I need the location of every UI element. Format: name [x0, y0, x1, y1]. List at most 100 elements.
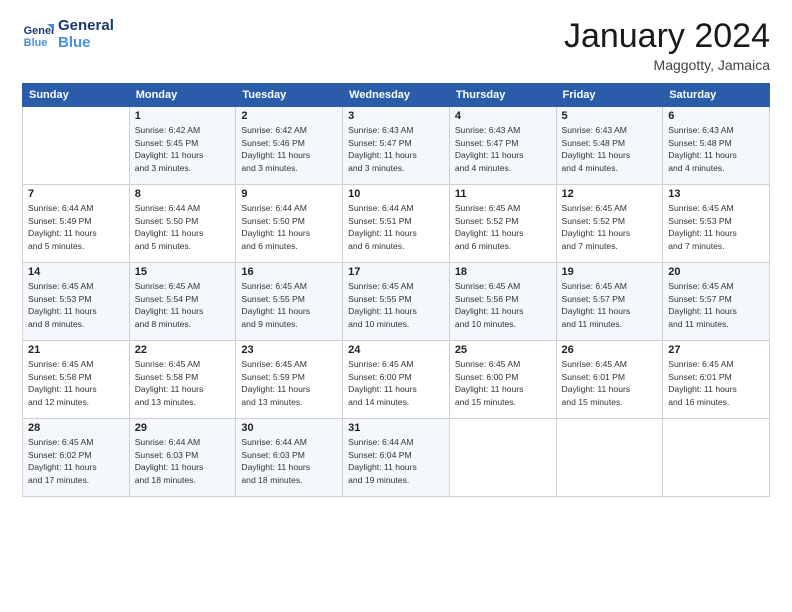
day-info: Sunrise: 6:45 AMSunset: 5:53 PMDaylight:… — [28, 280, 124, 330]
header-cell-thursday: Thursday — [449, 84, 556, 107]
svg-text:General: General — [24, 25, 54, 37]
day-info: Sunrise: 6:43 AMSunset: 5:48 PMDaylight:… — [668, 124, 764, 174]
day-cell: 26Sunrise: 6:45 AMSunset: 6:01 PMDayligh… — [556, 341, 663, 419]
month-title: January 2024 — [564, 18, 770, 55]
logo-line2: Blue — [58, 35, 114, 52]
day-cell: 31 Sunrise: 6:44 AMSunset: 6:04 PMDayligh… — [343, 419, 450, 497]
day-number: 18 — [455, 266, 551, 278]
day-number: 29 — [135, 422, 231, 434]
day-cell: 13 Sunrise: 6:45 AMSunset: 5:53 PMDayligh… — [663, 185, 770, 263]
day-info: Sunrise: 6:44 AMSunset: 6:03 PMDaylight:… — [241, 436, 337, 486]
logo-icon: General Blue — [22, 19, 54, 51]
header-cell-friday: Friday — [556, 84, 663, 107]
day-cell: 9 Sunrise: 6:44 AMSunset: 5:50 PMDaylight… — [236, 185, 343, 263]
day-cell: 19 Sunrise: 6:45 AMSunset: 5:57 PMDayligh… — [556, 263, 663, 341]
week-row-3: 21 Sunrise: 6:45 AMSunset: 5:58 PMDayligh… — [23, 341, 770, 419]
day-number: 7 — [28, 188, 124, 200]
day-info: Sunrise: 6:45 AMSunset: 6:00 PMDaylight:… — [348, 358, 444, 408]
day-number: 5 — [562, 110, 658, 122]
day-cell — [449, 419, 556, 497]
header-row: SundayMondayTuesdayWednesdayThursdayFrid… — [23, 84, 770, 107]
header-cell-wednesday: Wednesday — [343, 84, 450, 107]
header-cell-sunday: Sunday — [23, 84, 130, 107]
week-row-0: 1Sunrise: 6:42 AMSunset: 5:45 PMDaylight… — [23, 107, 770, 185]
day-cell: 14Sunrise: 6:45 AMSunset: 5:53 PMDayligh… — [23, 263, 130, 341]
day-cell: 17 Sunrise: 6:45 AMSunset: 5:55 PMDayligh… — [343, 263, 450, 341]
day-cell — [23, 107, 130, 185]
header-cell-monday: Monday — [129, 84, 236, 107]
day-info: Sunrise: 6:45 AMSunset: 5:59 PMDaylight:… — [241, 358, 337, 408]
day-number: 17 — [348, 266, 444, 278]
day-number: 8 — [135, 188, 231, 200]
day-number: 13 — [668, 188, 764, 200]
day-info: Sunrise: 6:43 AMSunset: 5:48 PMDaylight:… — [562, 124, 658, 174]
day-cell: 1Sunrise: 6:42 AMSunset: 5:45 PMDaylight… — [129, 107, 236, 185]
day-info: Sunrise: 6:45 AMSunset: 5:52 PMDaylight:… — [562, 202, 658, 252]
day-info: Sunrise: 6:45 AMSunset: 5:57 PMDaylight:… — [668, 280, 764, 330]
day-cell: 12Sunrise: 6:45 AMSunset: 5:52 PMDayligh… — [556, 185, 663, 263]
day-number: 9 — [241, 188, 337, 200]
day-number: 11 — [455, 188, 551, 200]
day-cell: 20 Sunrise: 6:45 AMSunset: 5:57 PMDayligh… — [663, 263, 770, 341]
day-number: 22 — [135, 344, 231, 356]
day-number: 10 — [348, 188, 444, 200]
day-cell: 30 Sunrise: 6:44 AMSunset: 6:03 PMDayligh… — [236, 419, 343, 497]
day-info: Sunrise: 6:45 AMSunset: 6:00 PMDaylight:… — [455, 358, 551, 408]
day-cell: 27Sunrise: 6:45 AMSunset: 6:01 PMDayligh… — [663, 341, 770, 419]
day-info: Sunrise: 6:45 AMSunset: 5:58 PMDaylight:… — [28, 358, 124, 408]
day-info: Sunrise: 6:44 AMSunset: 5:50 PMDaylight:… — [135, 202, 231, 252]
day-number: 20 — [668, 266, 764, 278]
day-info: Sunrise: 6:45 AMSunset: 6:01 PMDaylight:… — [562, 358, 658, 408]
day-number: 23 — [241, 344, 337, 356]
day-cell: 6 Sunrise: 6:43 AMSunset: 5:48 PMDaylight… — [663, 107, 770, 185]
day-info: Sunrise: 6:45 AMSunset: 5:53 PMDaylight:… — [668, 202, 764, 252]
day-info: Sunrise: 6:45 AMSunset: 6:02 PMDaylight:… — [28, 436, 124, 486]
header: General Blue General Blue January 2024 M… — [22, 18, 770, 73]
day-number: 19 — [562, 266, 658, 278]
day-number: 6 — [668, 110, 764, 122]
week-row-4: 28 Sunrise: 6:45 AMSunset: 6:02 PMDayligh… — [23, 419, 770, 497]
day-info: Sunrise: 6:44 AMSunset: 5:49 PMDaylight:… — [28, 202, 124, 252]
day-cell — [663, 419, 770, 497]
day-info: Sunrise: 6:45 AMSunset: 5:55 PMDaylight:… — [241, 280, 337, 330]
day-info: Sunrise: 6:42 AMSunset: 5:45 PMDaylight:… — [135, 124, 231, 174]
page: General Blue General Blue January 2024 M… — [0, 0, 792, 612]
day-cell: 7 Sunrise: 6:44 AMSunset: 5:49 PMDaylight… — [23, 185, 130, 263]
day-info: Sunrise: 6:45 AMSunset: 5:55 PMDaylight:… — [348, 280, 444, 330]
day-info: Sunrise: 6:43 AMSunset: 5:47 PMDaylight:… — [455, 124, 551, 174]
location: Maggotty, Jamaica — [564, 57, 770, 73]
day-cell: 18 Sunrise: 6:45 AMSunset: 5:56 PMDayligh… — [449, 263, 556, 341]
day-cell: 8 Sunrise: 6:44 AMSunset: 5:50 PMDaylight… — [129, 185, 236, 263]
day-cell: 23 Sunrise: 6:45 AMSunset: 5:59 PMDayligh… — [236, 341, 343, 419]
day-number: 21 — [28, 344, 124, 356]
day-info: Sunrise: 6:43 AMSunset: 5:47 PMDaylight:… — [348, 124, 444, 174]
day-number: 31 — [348, 422, 444, 434]
day-cell: 28 Sunrise: 6:45 AMSunset: 6:02 PMDayligh… — [23, 419, 130, 497]
day-number: 28 — [28, 422, 124, 434]
calendar-table: SundayMondayTuesdayWednesdayThursdayFrid… — [22, 83, 770, 497]
logo-line1: General — [58, 18, 114, 35]
day-info: Sunrise: 6:45 AMSunset: 5:54 PMDaylight:… — [135, 280, 231, 330]
day-cell: 22 Sunrise: 6:45 AMSunset: 5:58 PMDayligh… — [129, 341, 236, 419]
title-area: January 2024 Maggotty, Jamaica — [564, 18, 770, 73]
day-info: Sunrise: 6:45 AMSunset: 5:58 PMDaylight:… — [135, 358, 231, 408]
day-info: Sunrise: 6:44 AMSunset: 6:03 PMDaylight:… — [135, 436, 231, 486]
day-info: Sunrise: 6:44 AMSunset: 6:04 PMDaylight:… — [348, 436, 444, 486]
day-number: 3 — [348, 110, 444, 122]
day-info: Sunrise: 6:42 AMSunset: 5:46 PMDaylight:… — [241, 124, 337, 174]
day-number: 16 — [241, 266, 337, 278]
day-number: 27 — [668, 344, 764, 356]
day-info: Sunrise: 6:45 AMSunset: 5:56 PMDaylight:… — [455, 280, 551, 330]
day-cell — [556, 419, 663, 497]
day-number: 30 — [241, 422, 337, 434]
day-cell: 2Sunrise: 6:42 AMSunset: 5:46 PMDaylight… — [236, 107, 343, 185]
day-number: 4 — [455, 110, 551, 122]
header-cell-saturday: Saturday — [663, 84, 770, 107]
day-info: Sunrise: 6:45 AMSunset: 5:52 PMDaylight:… — [455, 202, 551, 252]
day-cell: 15Sunrise: 6:45 AMSunset: 5:54 PMDayligh… — [129, 263, 236, 341]
day-info: Sunrise: 6:44 AMSunset: 5:50 PMDaylight:… — [241, 202, 337, 252]
day-info: Sunrise: 6:45 AMSunset: 5:57 PMDaylight:… — [562, 280, 658, 330]
day-cell: 25 Sunrise: 6:45 AMSunset: 6:00 PMDayligh… — [449, 341, 556, 419]
day-number: 25 — [455, 344, 551, 356]
day-cell: 24Sunrise: 6:45 AMSunset: 6:00 PMDayligh… — [343, 341, 450, 419]
